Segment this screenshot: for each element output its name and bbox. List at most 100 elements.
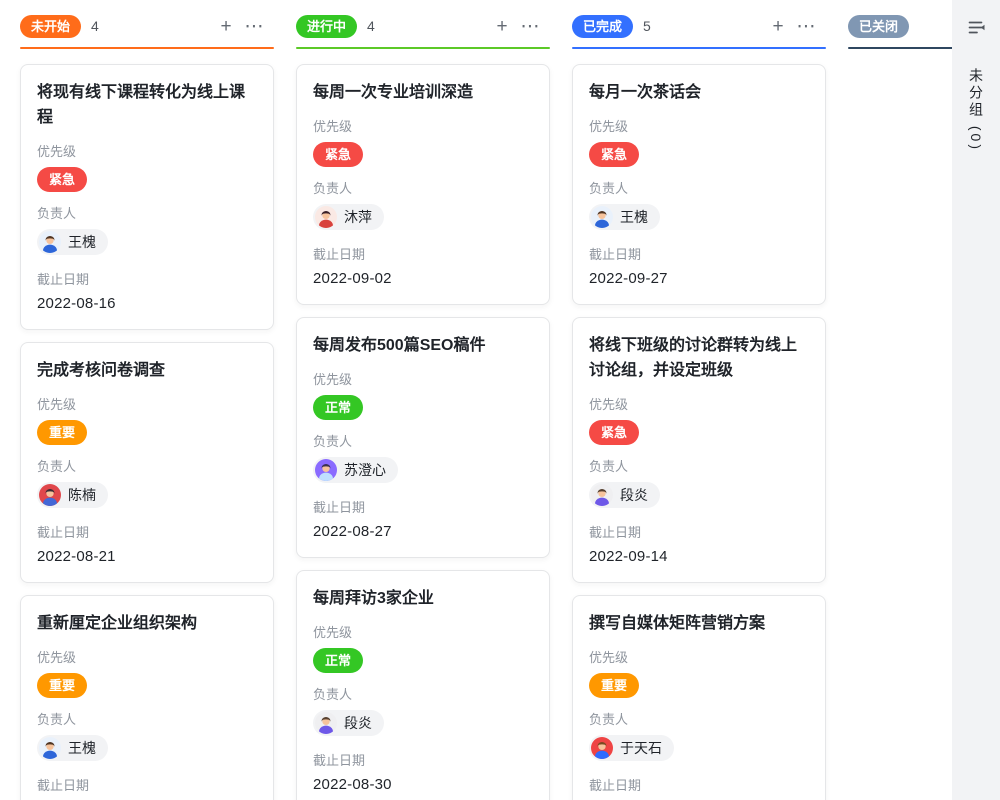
ungrouped-label: 未分组 (0)	[966, 68, 986, 152]
assignee-field-label: 负责人	[589, 709, 809, 728]
assignee-field-label: 负责人	[313, 178, 533, 197]
collapse-panel-icon[interactable]	[967, 18, 986, 42]
priority-badge: 重要	[37, 673, 87, 698]
kanban-column: 未开始 4 + ⋯ 将现有线下课程转化为线上课程 优先级 紧急 负责人 王槐 截…	[20, 0, 274, 800]
assignee-chip[interactable]: 王槐	[37, 735, 108, 761]
assignee-chip[interactable]: 陈楠	[37, 482, 108, 508]
column-count: 4	[367, 18, 488, 34]
due-date-field-label: 截止日期	[313, 750, 533, 769]
column-more-icon[interactable]: ⋯	[240, 17, 268, 36]
kanban-column: 进行中 4 + ⋯ 每周一次专业培训深造 优先级 紧急 负责人 沐萍 截止日期 …	[296, 0, 550, 800]
priority-field-label: 优先级	[589, 394, 809, 413]
task-card-body: 优先级 紧急 负责人 王槐 截止日期 2022-09-27	[589, 116, 809, 287]
assignee-chip[interactable]: 于天石	[589, 735, 674, 761]
task-title: 每周发布500篇SEO稿件	[313, 333, 533, 358]
task-title: 每周一次专业培训深造	[313, 80, 533, 105]
assignee-name: 王槐	[68, 738, 96, 758]
avatar	[39, 737, 61, 759]
add-card-icon[interactable]: +	[488, 17, 516, 36]
avatar	[591, 737, 613, 759]
assignee-name: 王槐	[620, 207, 648, 227]
assignee-name: 王槐	[68, 232, 96, 252]
assignee-chip[interactable]: 段炎	[589, 482, 660, 508]
assignee-chip[interactable]: 王槐	[589, 204, 660, 230]
ungrouped-side-panel[interactable]: 未分组 (0)	[952, 0, 1000, 800]
task-card[interactable]: 将线下班级的讨论群转为线上讨论组，并设定班级 优先级 紧急 负责人 段炎 截止日…	[572, 317, 826, 583]
due-date-field-label: 截止日期	[313, 497, 533, 516]
assignee-field-label: 负责人	[589, 456, 809, 475]
add-card-icon[interactable]: +	[764, 17, 792, 36]
priority-field-label: 优先级	[37, 394, 257, 413]
priority-badge: 紧急	[589, 142, 639, 167]
task-card-body: 优先级 紧急 负责人 沐萍 截止日期 2022-09-02	[313, 116, 533, 287]
assignee-chip[interactable]: 苏澄心	[313, 457, 398, 483]
task-title: 将线下班级的讨论群转为线上讨论组，并设定班级	[589, 333, 809, 383]
priority-badge: 紧急	[313, 142, 363, 167]
priority-field-label: 优先级	[313, 116, 533, 135]
kanban-column: 已完成 5 + ⋯ 每月一次茶话会 优先级 紧急 负责人 王槐 截止日期 202…	[572, 0, 826, 800]
assignee-chip[interactable]: 王槐	[37, 229, 108, 255]
assignee-field-label: 负责人	[37, 203, 257, 222]
task-card[interactable]: 撰写自媒体矩阵营销方案 优先级 重要 负责人 于天石 截止日期 2022-09-…	[572, 595, 826, 800]
task-card-body: 优先级 紧急 负责人 段炎 截止日期 2022-09-14	[589, 394, 809, 565]
task-title: 撰写自媒体矩阵营销方案	[589, 611, 809, 636]
task-title: 完成考核问卷调查	[37, 358, 257, 383]
task-card[interactable]: 将现有线下课程转化为线上课程 优先级 紧急 负责人 王槐 截止日期 2022-0…	[20, 64, 274, 330]
column-more-icon[interactable]: ⋯	[516, 17, 544, 36]
assignee-field-label: 负责人	[313, 431, 533, 450]
column-underline	[296, 47, 550, 49]
add-card-icon[interactable]: +	[212, 17, 240, 36]
priority-field-label: 优先级	[313, 369, 533, 388]
task-card-body: 优先级 重要 负责人 王槐 截止日期 2022-08-19	[37, 647, 257, 800]
task-title: 将现有线下课程转化为线上课程	[37, 80, 257, 130]
priority-field-label: 优先级	[589, 116, 809, 135]
due-date-field-label: 截止日期	[37, 522, 257, 541]
column-header: 已完成 5 + ⋯	[572, 14, 826, 38]
task-card-body: 优先级 正常 负责人 苏澄心 截止日期 2022-08-27	[313, 369, 533, 540]
column-cards: 每周一次专业培训深造 优先级 紧急 负责人 沐萍 截止日期 2022-09-02…	[296, 64, 550, 800]
assignee-name: 陈楠	[68, 485, 96, 505]
task-card[interactable]: 重新厘定企业组织架构 优先级 重要 负责人 王槐 截止日期 2022-08-19	[20, 595, 274, 800]
avatar	[39, 484, 61, 506]
priority-badge: 正常	[313, 648, 363, 673]
column-underline	[20, 47, 274, 49]
task-card[interactable]: 每周拜访3家企业 优先级 正常 负责人 段炎 截止日期 2022-08-30	[296, 570, 550, 800]
task-card-body: 优先级 正常 负责人 段炎 截止日期 2022-08-30	[313, 622, 533, 793]
column-cards: 将现有线下课程转化为线上课程 优先级 紧急 负责人 王槐 截止日期 2022-0…	[20, 64, 274, 800]
avatar	[591, 206, 613, 228]
due-date-field-label: 截止日期	[589, 522, 809, 541]
assignee-name: 苏澄心	[344, 460, 386, 480]
assignee-chip[interactable]: 沐萍	[313, 204, 384, 230]
column-header: 未开始 4 + ⋯	[20, 14, 274, 38]
column-status-badge: 未开始	[20, 15, 81, 38]
assignee-field-label: 负责人	[589, 178, 809, 197]
column-status-badge: 进行中	[296, 15, 357, 38]
assignee-chip[interactable]: 段炎	[313, 710, 384, 736]
task-card[interactable]: 每月一次茶话会 优先级 紧急 负责人 王槐 截止日期 2022-09-27	[572, 64, 826, 305]
column-count: 5	[643, 18, 764, 34]
avatar	[315, 459, 337, 481]
assignee-name: 沐萍	[344, 207, 372, 227]
due-date-field-label: 截止日期	[313, 244, 533, 263]
priority-field-label: 优先级	[37, 141, 257, 160]
due-date-value: 2022-09-02	[313, 270, 533, 287]
column-cards: 每月一次茶话会 优先级 紧急 负责人 王槐 截止日期 2022-09-27 将线…	[572, 64, 826, 800]
task-title: 重新厘定企业组织架构	[37, 611, 257, 636]
task-card[interactable]: 每周一次专业培训深造 优先级 紧急 负责人 沐萍 截止日期 2022-09-02	[296, 64, 550, 305]
column-underline	[572, 47, 826, 49]
column-header: 进行中 4 + ⋯	[296, 14, 550, 38]
priority-badge: 紧急	[589, 420, 639, 445]
priority-field-label: 优先级	[313, 622, 533, 641]
priority-field-label: 优先级	[37, 647, 257, 666]
task-card[interactable]: 每周发布500篇SEO稿件 优先级 正常 负责人 苏澄心 截止日期 2022-0…	[296, 317, 550, 558]
task-card-body: 优先级 重要 负责人 陈楠 截止日期 2022-08-21	[37, 394, 257, 565]
due-date-value: 2022-08-21	[37, 548, 257, 565]
kanban-view: 未开始 4 + ⋯ 将现有线下课程转化为线上课程 优先级 紧急 负责人 王槐 截…	[0, 0, 1000, 800]
avatar	[315, 206, 337, 228]
column-more-icon[interactable]: ⋯	[792, 17, 820, 36]
due-date-value: 2022-08-27	[313, 523, 533, 540]
task-card-body: 优先级 重要 负责人 于天石 截止日期 2022-09-25	[589, 647, 809, 800]
assignee-name: 段炎	[344, 713, 372, 733]
due-date-value: 2022-08-30	[313, 776, 533, 793]
task-card[interactable]: 完成考核问卷调查 优先级 重要 负责人 陈楠 截止日期 2022-08-21	[20, 342, 274, 583]
